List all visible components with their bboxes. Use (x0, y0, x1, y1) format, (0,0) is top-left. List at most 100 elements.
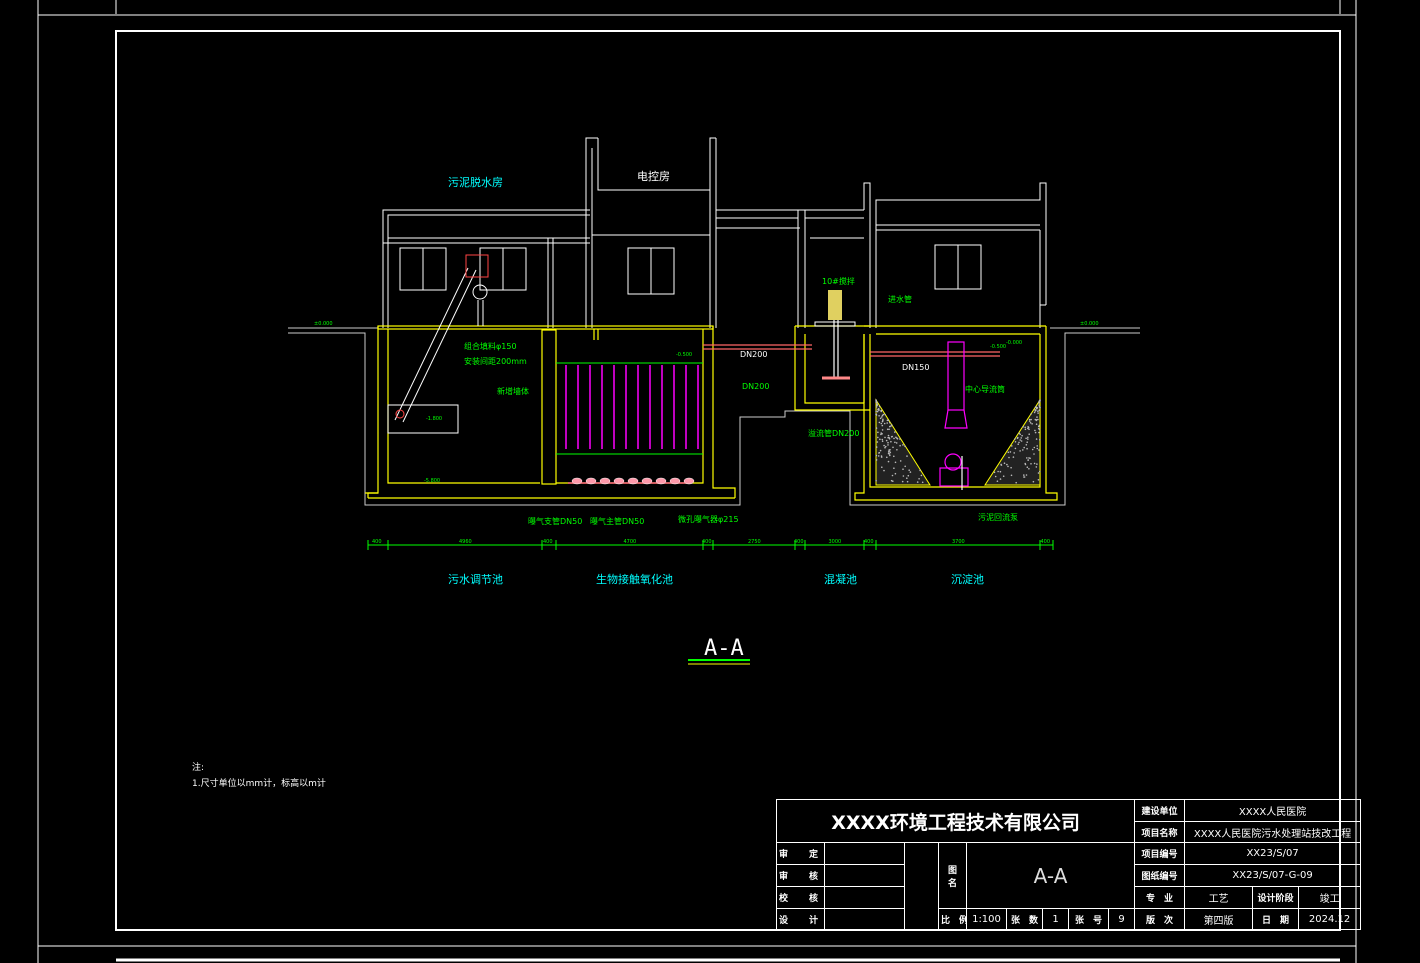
notes-title: 注: (192, 763, 205, 773)
sheets-label: 张 数 (1006, 908, 1043, 930)
ann-inlet: 溢流管DN200 (808, 428, 859, 438)
ann-dn200b: DN200 (742, 382, 769, 391)
tank-label-coag: 混凝池 (824, 572, 857, 586)
hatch-dot (1024, 426, 1026, 429)
ann-return-pump: 污泥回流泵 (978, 512, 1018, 522)
hatch-dot (886, 456, 888, 459)
hatch-dot (906, 480, 909, 483)
hatch-dot (1032, 480, 1035, 483)
hatch-dot (875, 454, 878, 457)
hatch-dot (1034, 429, 1036, 432)
hatch-dot (1038, 404, 1040, 406)
hatch-dot (1038, 400, 1040, 403)
hatch-dot (1022, 426, 1024, 428)
hatch-dot (899, 444, 901, 447)
hatch-dot (888, 453, 891, 455)
hatch-dot (896, 437, 898, 440)
dim-text: 400 (543, 539, 553, 545)
hatch-dot (887, 441, 889, 444)
hatch-dot (875, 399, 877, 402)
hatch-dot (1018, 432, 1020, 435)
sheets-value: 1 (1042, 908, 1069, 930)
hatch-dot (1036, 407, 1039, 409)
hatch-dot (1034, 410, 1036, 412)
diffuser (669, 477, 681, 485)
hatch-dot (884, 436, 886, 439)
hatch-dot (919, 469, 921, 472)
proj-no-value: XX23/S/07 (1184, 842, 1362, 865)
edition-label: 版 次 (1134, 908, 1186, 930)
hatch-dot (1010, 466, 1012, 469)
hatch-dot (1013, 452, 1015, 454)
hatch-dot (1002, 475, 1005, 478)
hatch-dot (887, 444, 889, 446)
sheet-no-label: 张 号 (1068, 908, 1109, 930)
hatch-dot (1038, 431, 1040, 434)
drawing-name-label (904, 842, 939, 930)
hatch-dot (916, 481, 919, 483)
company-name: XXXX环境工程技术有限公司 (775, 799, 1136, 843)
hatch-dot (902, 444, 904, 446)
hatch-dot (887, 419, 890, 422)
hatch-dot (1021, 434, 1023, 437)
ann-dn200a: DN200 (740, 350, 767, 359)
phase-label: 设计阶段 (1252, 886, 1300, 909)
hatch-dot (1014, 438, 1016, 440)
dim-text: 400 (372, 539, 382, 545)
hatch-dot (1026, 457, 1028, 459)
hatch-dot (880, 432, 882, 434)
elev-sed2: -0.000 (1006, 340, 1022, 346)
bio-media (565, 365, 699, 449)
hatch-dot (1028, 468, 1030, 470)
hatch-dot (875, 446, 878, 448)
hatch-dot (1023, 476, 1026, 478)
discipline-value: 工艺 (1184, 886, 1254, 909)
hatch-dot (999, 470, 1002, 473)
hatch-dot (1026, 466, 1029, 469)
hatch-dot (1012, 456, 1015, 458)
client-value: XXXX人民医院 (1184, 799, 1362, 822)
hatch-dot (904, 445, 906, 448)
hatch-dot (1033, 411, 1036, 414)
hatch-dot (1038, 409, 1041, 412)
elev-ground-left: ±0.000 (314, 321, 333, 327)
hatch-dot (1035, 438, 1038, 440)
hatch-dot (881, 440, 884, 443)
hatch-dot (1026, 441, 1028, 444)
hatch-dot (1011, 445, 1013, 447)
hatch-dot (904, 465, 906, 468)
hatch-dot (902, 475, 905, 477)
hatch-dot (880, 410, 882, 413)
hatch-dot (881, 466, 883, 469)
dim-text: 3700 (952, 539, 965, 545)
hatch-dot (899, 460, 902, 462)
hatch-dot (1033, 446, 1036, 449)
hatch-dot (1015, 481, 1017, 484)
hatch-dot (1034, 431, 1037, 434)
hatch-dot (1030, 418, 1032, 421)
elev-water1: -1.800 (426, 416, 442, 422)
hatch-dot (1027, 427, 1029, 430)
hatch-dot (890, 479, 893, 482)
hatch-dot (1017, 443, 1019, 446)
hatch-dot (893, 437, 895, 440)
ann-sed-pipe: 进水管 (888, 294, 912, 304)
date-label: 日 期 (1252, 908, 1300, 930)
ann-agitator: 10#搅拌 (822, 276, 855, 286)
hatch-dot (1014, 447, 1017, 450)
center-pipe (939, 341, 969, 490)
scale-value: 1:100 (966, 908, 1007, 930)
diffusers (571, 477, 695, 485)
hatch-dot (892, 446, 894, 449)
hatch-dot (1036, 416, 1038, 418)
hatch-dot (1025, 437, 1027, 440)
hatch-dot (1033, 453, 1035, 455)
drawing-name: A-A (965, 842, 1136, 909)
hatch-dot (906, 477, 908, 480)
diffuser (585, 477, 597, 485)
hatch-dot (890, 440, 892, 443)
notes: 注: 1.尺寸单位以mm计，标高以m计 (192, 760, 326, 792)
hatch-dot (877, 436, 879, 439)
hatch-dot (1037, 425, 1040, 428)
hatch-dot (878, 421, 881, 424)
